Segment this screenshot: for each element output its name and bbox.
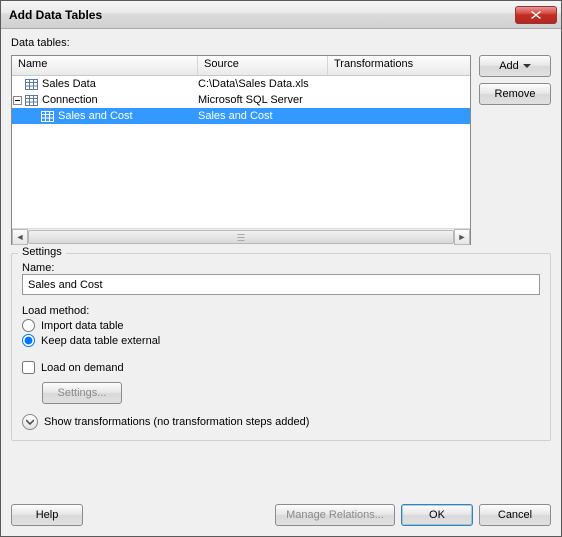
dialog-content: Data tables: Name Source Transformations… — [1, 29, 561, 536]
table-icon — [25, 95, 39, 106]
dialog-window: Add Data Tables Data tables: Name Source… — [0, 0, 562, 537]
radio-keep-external-input[interactable] — [22, 334, 35, 347]
window-title: Add Data Tables — [9, 8, 515, 22]
settings-group: Settings Name: Load method: Import data … — [11, 253, 551, 441]
column-header-name[interactable]: Name — [12, 56, 198, 75]
tree-header: Name Source Transformations — [12, 56, 470, 76]
manage-relations-button: Manage Relations... — [275, 504, 395, 526]
scroll-right-arrow[interactable]: ► — [454, 229, 470, 245]
column-header-transformations[interactable]: Transformations — [328, 56, 470, 75]
radio-import-label: Import data table — [41, 320, 124, 332]
top-row: Name Source Transformations Sales Data C:… — [11, 55, 551, 245]
show-transformations-toggle[interactable]: Show transformations (no transformation … — [22, 414, 540, 430]
close-icon — [531, 11, 541, 19]
name-label: Name: — [22, 262, 540, 274]
titlebar: Add Data Tables — [1, 1, 561, 29]
radio-keep-external[interactable]: Keep data table external — [22, 334, 540, 347]
name-input[interactable] — [22, 274, 540, 295]
cancel-button-label: Cancel — [498, 509, 532, 521]
scroll-left-arrow[interactable]: ◄ — [12, 229, 28, 245]
row-source: Sales and Cost — [198, 110, 328, 122]
table-row[interactable]: Connection Microsoft SQL Server — [12, 92, 470, 108]
ok-button[interactable]: OK — [401, 504, 473, 526]
table-icon — [41, 111, 55, 122]
side-buttons: Add Remove — [479, 55, 551, 105]
help-button[interactable]: Help — [11, 504, 83, 526]
remove-button[interactable]: Remove — [479, 83, 551, 105]
manage-relations-label: Manage Relations... — [286, 509, 384, 521]
add-button[interactable]: Add — [479, 55, 551, 77]
show-transformations-label: Show transformations (no transformation … — [44, 416, 309, 428]
horizontal-scrollbar[interactable]: ◄ ► — [12, 228, 470, 244]
dropdown-caret-icon — [523, 64, 531, 68]
ok-button-label: OK — [429, 509, 445, 521]
tree-body: Sales Data C:\Data\Sales Data.xls Connecti… — [12, 76, 470, 228]
load-on-demand-row[interactable]: Load on demand — [22, 361, 540, 374]
settings-legend: Settings — [18, 246, 66, 258]
load-on-demand-label: Load on demand — [41, 362, 124, 374]
cancel-button[interactable]: Cancel — [479, 504, 551, 526]
row-name: Sales Data — [42, 78, 96, 90]
load-on-demand-checkbox[interactable] — [22, 361, 35, 374]
load-method-label: Load method: — [22, 305, 540, 317]
remove-button-label: Remove — [495, 88, 536, 100]
row-source: Microsoft SQL Server — [198, 94, 328, 106]
tree-expander — [12, 79, 23, 90]
radio-import[interactable]: Import data table — [22, 319, 540, 332]
data-tables-tree[interactable]: Name Source Transformations Sales Data C:… — [11, 55, 471, 245]
table-row[interactable]: Sales and Cost Sales and Cost — [12, 108, 470, 124]
data-tables-label: Data tables: — [11, 37, 551, 49]
radio-import-input[interactable] — [22, 319, 35, 332]
row-name: Connection — [42, 94, 98, 106]
radio-keep-external-label: Keep data table external — [41, 335, 160, 347]
tree-expander — [12, 111, 23, 122]
table-icon — [25, 79, 39, 90]
bottom-bar: Help Manage Relations... OK Cancel — [11, 494, 551, 526]
tree-expander[interactable] — [12, 95, 23, 106]
lod-settings-button: Settings... — [42, 382, 122, 404]
scroll-thumb[interactable] — [28, 230, 454, 244]
table-row[interactable]: Sales Data C:\Data\Sales Data.xls — [12, 76, 470, 92]
row-source: C:\Data\Sales Data.xls — [198, 78, 328, 90]
add-button-label: Add — [499, 60, 519, 72]
close-button[interactable] — [515, 6, 557, 24]
row-name: Sales and Cost — [58, 110, 133, 122]
column-header-source[interactable]: Source — [198, 56, 328, 75]
lod-settings-label: Settings... — [58, 387, 107, 399]
scroll-track[interactable] — [28, 229, 454, 245]
chevron-down-icon — [22, 414, 38, 430]
help-button-label: Help — [36, 509, 59, 521]
